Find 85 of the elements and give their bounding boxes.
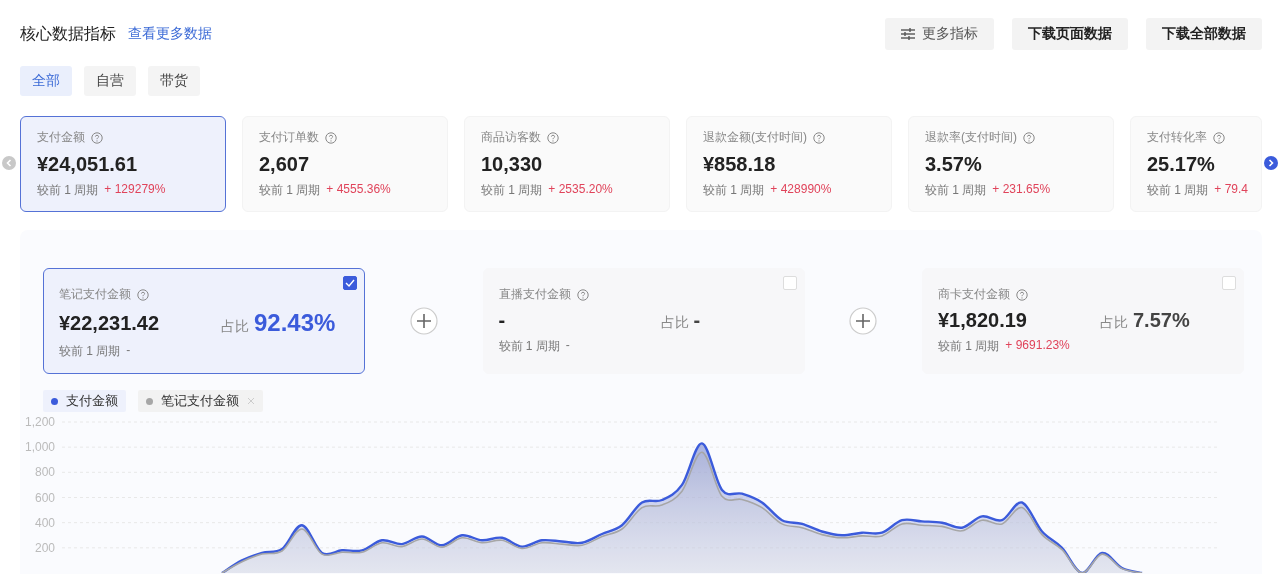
metric-value: ¥858.18	[703, 153, 777, 176]
sliders-icon	[901, 28, 915, 40]
download-button[interactable]: 下载页面数据	[1012, 18, 1128, 50]
help-icon	[576, 288, 589, 301]
legend-label: 笔记支付金额	[161, 392, 239, 410]
share-label: 占比	[1100, 314, 1128, 332]
metric-label: 支付金额	[37, 129, 85, 146]
share-label: 占比	[660, 314, 689, 332]
axis-tick-label: 1,000	[24, 440, 55, 455]
compare-label: 较前 1 周期	[938, 338, 1000, 355]
scroll-right-icon[interactable]	[1264, 156, 1278, 170]
legend-label: 支付金额	[66, 392, 118, 410]
download-button[interactable]: 下载全部数据	[1146, 18, 1262, 50]
breakdown-value: ¥22,231.42	[59, 311, 161, 335]
metric-card[interactable]: 支付订单数 2,607 较前 1 周期 + 4555.36%	[242, 116, 448, 212]
change-value: + 2535.20%	[548, 182, 613, 198]
breakdown-card[interactable]: 商卡支付金额 ¥1,820.19 占比 7.57% 较前 1 周期 + 9691.23%	[922, 268, 1244, 374]
metric-label: 支付订单数	[259, 129, 319, 146]
change-value: + 9691.23%	[1005, 338, 1070, 354]
help-icon	[137, 288, 149, 301]
change-value: + 79.4	[1214, 182, 1249, 198]
metric-card[interactable]: 商品访客数 10,330 较前 1 周期 + 2535.20%	[464, 116, 670, 212]
help-icon	[91, 131, 103, 144]
change-value: -	[126, 343, 131, 359]
filter-tab[interactable]: 自营	[84, 66, 136, 96]
compare-label: 较前 1 周期	[481, 182, 543, 199]
axis-tick-label: 400	[34, 515, 55, 530]
breakdown-value: ¥1,820.19	[938, 309, 1028, 332]
metric-value: 10,330	[481, 153, 544, 176]
help-icon	[1213, 131, 1225, 144]
metric-value: 3.57%	[925, 153, 983, 176]
compare-label: 较前 1 周期	[498, 338, 560, 355]
change-value: -	[565, 338, 570, 354]
more-metrics-button[interactable]: 更多指标	[885, 18, 994, 50]
view-more-link[interactable]: 查看更多数据	[128, 25, 212, 43]
change-value: + 4555.36%	[326, 182, 391, 198]
metric-value: 25.17%	[1147, 153, 1216, 176]
compare-label: 较前 1 周期	[259, 182, 321, 199]
section-title: 核心数据指标	[20, 23, 116, 44]
metric-label: 商品访客数	[481, 129, 541, 146]
breakdown-label: 笔记支付金额	[59, 286, 131, 303]
compare-label: 较前 1 周期	[703, 182, 765, 199]
breakdown-card[interactable]: 直播支付金额 - 占比 - 较前 1 周期 -	[482, 268, 805, 374]
scroll-left-icon[interactable]	[2, 156, 16, 170]
help-icon	[1023, 131, 1035, 144]
breakdown-label: 商卡支付金额	[938, 286, 1010, 303]
compare-label: 较前 1 周期	[37, 182, 99, 199]
change-value: + 231.65%	[992, 182, 1051, 198]
metric-label: 退款率(支付时间)	[925, 129, 1017, 146]
compare-label: 较前 1 周期	[59, 343, 121, 360]
axis-tick-label: 1,200	[24, 415, 55, 429]
legend-item[interactable]: 支付金额	[43, 390, 126, 412]
legend-item[interactable]: 笔记支付金额	[138, 390, 263, 412]
metric-label: 支付转化率	[1147, 129, 1207, 146]
metric-label: 退款金额(支付时间)	[703, 129, 807, 146]
axis-tick-label: 200	[34, 540, 55, 555]
share-label: 占比	[221, 318, 249, 336]
axis-tick-label: 600	[34, 490, 55, 505]
share-value: -	[693, 309, 701, 332]
filter-tab[interactable]: 带货	[148, 66, 200, 96]
breakdown-card[interactable]: 笔记支付金额 ¥22,231.42 占比 92.43% 较前 1 周期 -	[43, 268, 365, 374]
compare-label: 较前 1 周期	[1147, 182, 1209, 199]
plus-icon	[409, 307, 438, 335]
metric-card[interactable]: 退款率(支付时间) 3.57% 较前 1 周期 + 231.65%	[908, 116, 1114, 212]
breakdown-label: 直播支付金额	[498, 286, 571, 303]
close-icon[interactable]	[247, 397, 255, 405]
metric-card[interactable]: 退款金额(支付时间) ¥858.18 较前 1 周期 + 428990%	[686, 116, 892, 212]
axis-tick-label: 800	[34, 465, 55, 480]
metric-value: 2,607	[259, 153, 311, 176]
checkbox[interactable]	[343, 276, 357, 290]
help-icon	[547, 131, 559, 144]
compare-label: 较前 1 周期	[925, 182, 987, 199]
help-icon	[813, 131, 825, 144]
help-icon	[1016, 288, 1028, 301]
breakdown-value: -	[498, 309, 507, 332]
change-value: + 428990%	[770, 182, 832, 198]
metric-card[interactable]: 支付转化率 25.17% 较前 1 周期 + 79.4	[1130, 116, 1262, 212]
plus-icon	[849, 307, 878, 335]
change-value: + 129279%	[104, 182, 166, 198]
metric-value: ¥24,051.61	[37, 153, 139, 176]
help-icon	[325, 131, 337, 144]
filter-tab[interactable]: 全部	[20, 66, 72, 96]
share-value: 7.57%	[1133, 309, 1190, 332]
metric-card[interactable]: 支付金额 ¥24,051.61 较前 1 周期 + 129279%	[20, 116, 226, 212]
share-value: 92.43%	[254, 309, 336, 337]
